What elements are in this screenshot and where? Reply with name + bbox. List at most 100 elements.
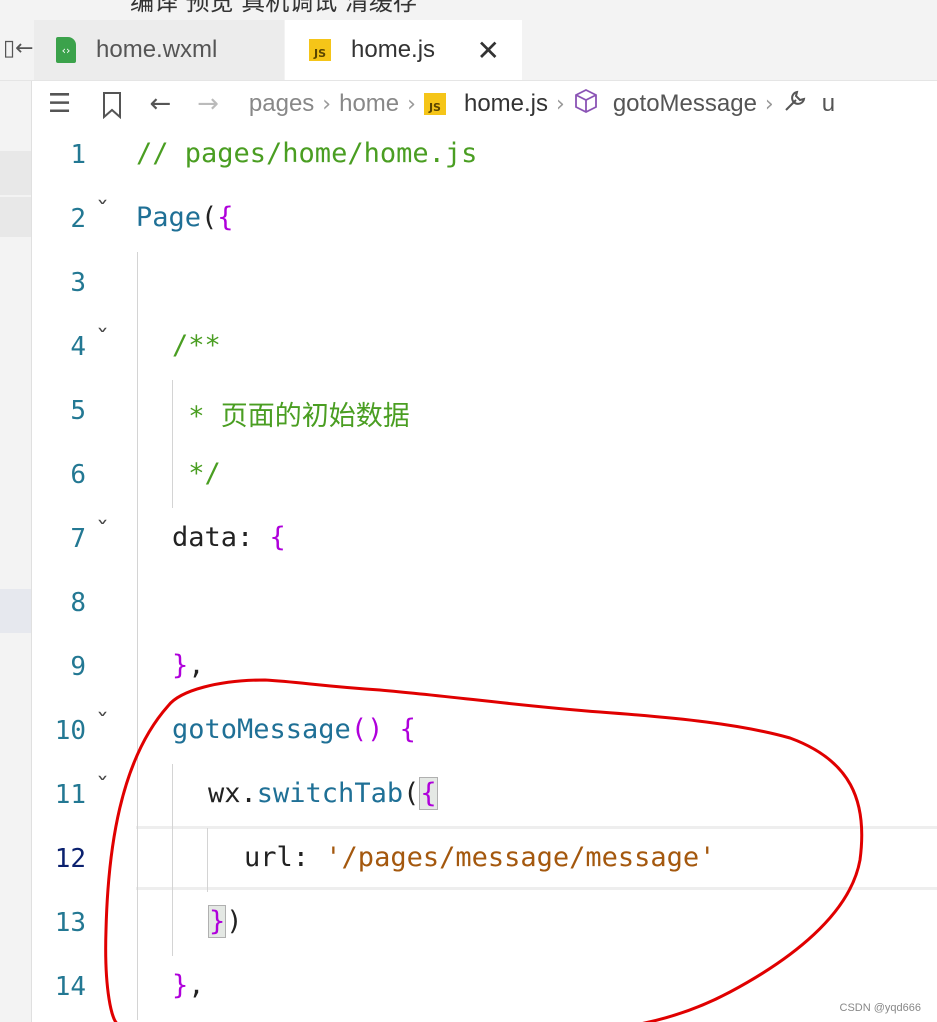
line-number: 3 — [70, 268, 86, 298]
chevron-right-icon: › — [556, 91, 565, 117]
code-token: /** — [172, 330, 221, 361]
code-line[interactable]: 10 ˅ gotoMessage() { — [32, 700, 937, 764]
code-line[interactable]: 14}, — [32, 956, 937, 1020]
tab-home-js[interactable]: JS home.js ✕ — [285, 20, 522, 80]
line-number: 5 — [70, 396, 86, 426]
fold-chevron-icon[interactable]: ˅ — [96, 326, 110, 347]
code-text: data: { — [172, 522, 286, 553]
breadcrumb-item-file[interactable]: home.js — [464, 90, 548, 118]
code-token: wx — [208, 778, 241, 809]
line-number: 1 — [70, 140, 86, 170]
code-token: } — [208, 905, 227, 938]
fold-chevron-icon[interactable]: ˅ — [96, 774, 110, 795]
code-token: : — [237, 522, 270, 553]
breadcrumb: ☰ ← → pages › home › JS home.js › gotoMe… — [32, 81, 937, 127]
js-file-icon: JS — [423, 93, 446, 115]
code-line[interactable]: 8 — [32, 572, 937, 636]
code-token: () — [350, 714, 400, 745]
code-line[interactable]: 11 ˅ wx.switchTab({ — [32, 764, 937, 828]
code-token: '/pages/message/message' — [325, 842, 716, 873]
code-text: }) — [208, 905, 243, 938]
code-text: url: '/pages/message/message' — [244, 842, 715, 873]
code-token: * 页面的初始数据 — [172, 401, 410, 432]
code-text: gotoMessage() { — [172, 714, 416, 745]
method-cube-icon — [573, 88, 599, 121]
chevron-right-icon: › — [764, 91, 774, 117]
collapse-panel-icon[interactable]: ▯← — [3, 36, 34, 64]
code-token: } — [172, 650, 189, 681]
line-number: 10 — [54, 716, 86, 746]
close-icon[interactable]: ✕ — [477, 34, 500, 67]
tab-home-wxml[interactable]: ‹› home.wxml — [34, 20, 284, 80]
outline-list-icon[interactable]: ☰ — [48, 89, 71, 119]
code-line[interactable]: 13}) — [32, 892, 937, 956]
code-token: gotoMessage — [172, 714, 351, 745]
fold-chevron-icon[interactable]: ˅ — [96, 710, 110, 731]
line-number: 4 — [70, 332, 86, 362]
chevron-right-icon: › — [407, 91, 416, 117]
chevron-right-icon: › — [322, 91, 332, 117]
code-text: }, — [172, 650, 205, 681]
code-text: wx.switchTab({ — [208, 777, 438, 810]
toolbar-strip: 编译 预览 真机调试 清缓存 — [0, 0, 937, 20]
back-arrow-icon[interactable]: ← — [149, 89, 171, 119]
code-line[interactable]: 6 */ — [32, 444, 937, 508]
code-editor[interactable]: 1// pages/home/home.js 2 ˅ Page({3 4 ˅/** 5 * … — [32, 124, 937, 1022]
code-token: { — [269, 522, 286, 553]
tab-label: home.js — [351, 36, 436, 63]
code-text: Page({ — [136, 202, 234, 233]
code-token: , — [188, 970, 205, 1001]
line-number: 14 — [54, 972, 86, 1002]
code-line[interactable]: 2 ˅ Page({ — [32, 188, 937, 252]
code-token: */ — [172, 458, 221, 489]
code-token: , — [188, 650, 205, 681]
activity-side-strip — [0, 81, 32, 1022]
code-text: /** — [172, 330, 221, 361]
breadcrumb-item-method[interactable]: gotoMessage — [613, 90, 757, 118]
code-line[interactable]: 5 * 页面的初始数据 — [32, 380, 937, 444]
code-text: * 页面的初始数据 — [172, 394, 410, 433]
side-band — [0, 151, 31, 195]
code-token: data — [172, 522, 238, 553]
toolbar-labels[interactable]: 编译 预览 真机调试 清缓存 — [130, 0, 417, 17]
code-token: ( — [201, 202, 218, 233]
line-number: 11 — [54, 780, 86, 810]
fold-chevron-icon[interactable]: ˅ — [96, 198, 110, 219]
fold-chevron-icon[interactable]: ˅ — [96, 518, 110, 539]
line-number: 9 — [70, 652, 86, 682]
code-text: // pages/home/home.js — [136, 138, 477, 169]
code-text: */ — [172, 458, 221, 489]
code-token: { — [399, 714, 416, 745]
breadcrumb-item-property[interactable]: u — [822, 90, 835, 118]
line-number: 8 — [70, 588, 86, 618]
code-line[interactable]: 7 ˅ data: { — [32, 508, 937, 572]
editor-tab-bar: ▯← ‹› home.wxml JS home.js ✕ — [0, 20, 937, 81]
code-token: Page — [136, 202, 202, 233]
code-line[interactable]: 9}, — [32, 636, 937, 700]
line-number: 6 — [70, 460, 86, 490]
code-line[interactable]: 12 url: '/pages/message/message' — [32, 828, 937, 892]
side-band — [0, 589, 31, 633]
breadcrumb-item-pages[interactable]: pages — [249, 90, 314, 118]
js-file-icon: JS — [309, 39, 331, 61]
code-line[interactable]: 3 — [32, 252, 937, 316]
bookmark-icon[interactable] — [101, 91, 123, 120]
code-line[interactable]: 1 // pages/home/home.js — [32, 124, 937, 188]
code-token: } — [172, 970, 189, 1001]
code-token: { — [419, 777, 438, 810]
code-token: { — [217, 202, 234, 233]
forward-arrow-icon[interactable]: → — [197, 89, 219, 119]
code-token: . — [240, 778, 257, 809]
line-number: 13 — [54, 908, 86, 938]
code-line[interactable]: 4 ˅ /** — [32, 316, 937, 380]
code-token: // pages/home/home.js — [136, 138, 478, 169]
wxml-file-icon: ‹› — [56, 37, 76, 63]
line-number: 12 — [54, 844, 86, 874]
code-text: }, — [172, 970, 205, 1001]
tab-label: home.wxml — [96, 36, 218, 63]
watermark: CSDN @yqd666 — [839, 1002, 921, 1014]
line-number: 7 — [70, 524, 86, 554]
code-token: url — [244, 842, 293, 873]
breadcrumb-item-home[interactable]: home — [339, 90, 399, 118]
code-token: ) — [226, 906, 243, 937]
